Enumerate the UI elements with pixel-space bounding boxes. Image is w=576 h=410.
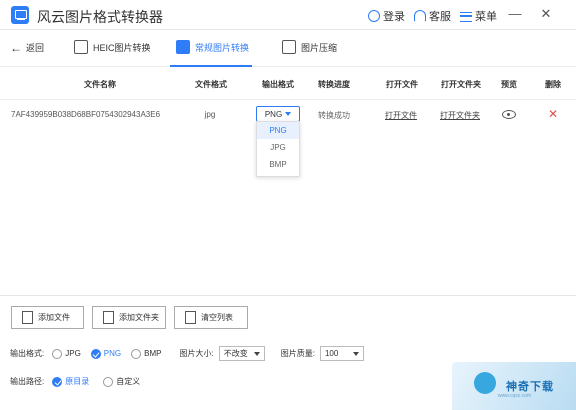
progress-cell: 转换成功 <box>318 111 350 120</box>
image-size-label: 图片大小: <box>179 349 214 358</box>
menu-label: 菜单 <box>475 11 497 23</box>
close-button[interactable]: ✕ <box>538 6 554 22</box>
open-file-link[interactable]: 打开文件 <box>385 110 417 121</box>
headset-icon <box>414 10 426 22</box>
col-open-file: 打开文件 <box>386 80 418 89</box>
add-file-button[interactable]: 添加文件 <box>11 306 84 329</box>
col-open-folder: 打开文件夹 <box>441 80 481 89</box>
title-bar: 风云图片格式转换器 登录 客服 菜单 — ✕ <box>0 0 576 30</box>
radio-bmp-label: BMP <box>144 349 162 358</box>
eye-icon[interactable] <box>502 110 516 119</box>
radio-png-label: PNG <box>103 349 122 358</box>
image-quality-value: 100 <box>324 349 339 358</box>
add-file-label: 添加文件 <box>38 313 70 322</box>
output-path-row: 输出路径: 原目录 自定义 <box>10 376 140 387</box>
clear-icon <box>185 311 196 324</box>
login-button[interactable]: 登录 <box>368 8 405 24</box>
radio-jpg[interactable] <box>52 348 63 359</box>
tab-heic[interactable]: HEIC图片转换 <box>74 40 151 54</box>
radio-original-dir-label: 原目录 <box>65 377 90 386</box>
back-label: 返回 <box>26 43 45 53</box>
col-output-format: 输出格式 <box>262 80 294 89</box>
output-format-value: PNG <box>264 109 283 119</box>
radio-jpg-label: JPG <box>65 349 81 358</box>
user-icon <box>368 10 380 22</box>
output-format-row: 输出格式: JPG PNG BMP 图片大小: 不改变 图片质量: 100 <box>10 346 364 361</box>
app-logo-icon <box>11 6 29 24</box>
back-button[interactable]: ← 返回 <box>10 41 44 54</box>
watermark-text: 神奇下载 <box>506 381 554 393</box>
chevron-down-icon <box>352 351 359 356</box>
radio-custom-dir[interactable] <box>103 376 114 387</box>
service-button[interactable]: 客服 <box>414 8 451 24</box>
image-quality-label: 图片质量: <box>280 349 315 358</box>
app-title: 风云图片格式转换器 <box>37 9 163 25</box>
service-label: 客服 <box>429 11 451 23</box>
minimize-button[interactable]: — <box>507 6 523 22</box>
clear-list-button[interactable]: 清空列表 <box>174 306 248 329</box>
col-file-format: 文件格式 <box>195 80 227 89</box>
active-tab-indicator <box>170 65 252 67</box>
radio-custom-dir-label: 自定义 <box>116 377 141 386</box>
nav-bar: ← 返回 HEIC图片转换 常规图片转换 图片压缩 <box>0 31 576 67</box>
open-folder-link[interactable]: 打开文件夹 <box>440 110 480 121</box>
col-delete: 删除 <box>545 80 561 89</box>
dropdown-option-bmp[interactable]: BMP <box>257 156 299 173</box>
chevron-down-icon <box>253 351 260 356</box>
col-progress: 转换进度 <box>318 80 350 89</box>
watermark-subtext: www.cqxz.com <box>498 393 532 399</box>
convert-icon <box>176 40 190 54</box>
add-folder-button[interactable]: 添加文件夹 <box>92 306 166 329</box>
output-format-select[interactable]: PNG <box>256 106 300 122</box>
dropdown-option-png[interactable]: PNG <box>257 122 299 139</box>
compress-icon <box>282 40 296 54</box>
tab-convert[interactable]: 常规图片转换 <box>176 40 249 54</box>
radio-bmp[interactable] <box>131 348 142 359</box>
arrow-left-icon: ← <box>10 40 22 55</box>
image-quality-select[interactable]: 100 <box>319 346 364 361</box>
login-label: 登录 <box>383 11 405 23</box>
table-header: 文件名称 文件格式 输出格式 转换进度 打开文件 打开文件夹 预览 删除 <box>0 76 576 92</box>
image-size-select[interactable]: 不改变 <box>218 346 265 361</box>
radio-original-dir[interactable] <box>52 376 63 387</box>
menu-button[interactable]: 菜单 <box>460 8 497 24</box>
menu-icon <box>460 10 472 22</box>
chevron-down-icon <box>285 112 292 116</box>
tab-compress[interactable]: 图片压缩 <box>282 40 337 54</box>
file-add-icon <box>22 311 33 324</box>
watermark-logo-icon <box>474 372 496 394</box>
tab-label: 常规图片转换 <box>195 42 250 53</box>
tab-label: 图片压缩 <box>301 42 338 53</box>
add-folder-label: 添加文件夹 <box>119 313 159 322</box>
radio-png[interactable] <box>90 348 101 359</box>
file-name-cell: 7AF439959B038D68BF0754302943A3E6 <box>11 110 161 119</box>
output-path-label: 输出路径: <box>10 377 45 386</box>
col-preview: 预览 <box>501 80 517 89</box>
image-size-value: 不改变 <box>223 349 248 358</box>
heic-icon <box>74 40 88 54</box>
folder-add-icon <box>103 311 114 324</box>
output-format-label: 输出格式: <box>10 349 45 358</box>
col-file-name: 文件名称 <box>84 80 116 89</box>
tab-label: HEIC图片转换 <box>93 42 151 53</box>
file-format-cell: jpg <box>204 110 216 119</box>
clear-list-label: 清空列表 <box>201 313 233 322</box>
bottom-divider <box>0 295 576 296</box>
format-dropdown: PNG JPG BMP <box>256 121 300 177</box>
dropdown-option-jpg[interactable]: JPG <box>257 139 299 156</box>
delete-icon[interactable]: ✕ <box>548 107 558 121</box>
